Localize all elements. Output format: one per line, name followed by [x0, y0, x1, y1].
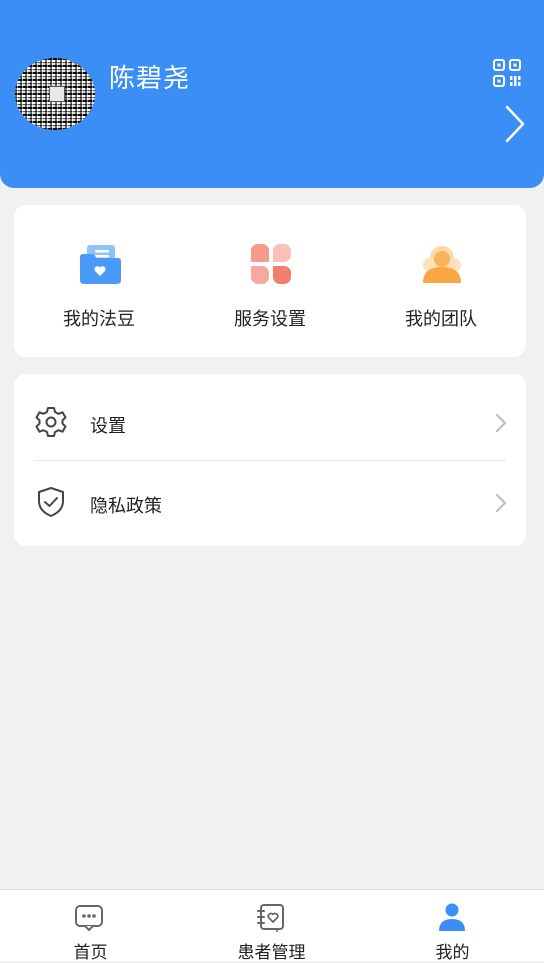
tab-home[interactable]: 首页	[0, 890, 181, 963]
menu-item-label: 隐私政策	[90, 496, 162, 517]
quick-action-label: 我的法豆	[63, 309, 135, 330]
bottom-tab-bar: 首页 患者管理 我的	[0, 889, 544, 963]
chat-bubble-icon	[75, 905, 103, 931]
quick-action-label: 服务设置	[234, 309, 306, 330]
menu-item-label: 设置	[90, 416, 126, 437]
menu-item-settings[interactable]: 设置	[14, 380, 526, 460]
person-icon	[439, 903, 465, 931]
team-icon	[423, 246, 461, 283]
avatar[interactable]	[15, 58, 95, 130]
shield-check-icon	[38, 487, 64, 517]
petals-icon	[251, 244, 291, 284]
quick-action-my-team[interactable]: 我的团队	[356, 205, 526, 357]
avatar-center-mark	[49, 86, 65, 102]
chevron-right-icon	[496, 494, 506, 512]
quick-action-label: 我的团队	[405, 309, 477, 330]
user-name: 陈碧尧	[109, 64, 191, 94]
quick-actions-card: 我的法豆 服务设置 我的团队	[14, 205, 526, 357]
tab-label: 患者管理	[237, 943, 306, 963]
notebook-heart-icon	[257, 904, 284, 932]
profile-header[interactable]: 陈碧尧	[0, 0, 544, 188]
folder-heart-icon	[80, 245, 121, 284]
tab-label: 首页	[73, 943, 108, 963]
chevron-right-icon	[496, 414, 506, 432]
tab-label: 我的	[435, 943, 470, 963]
quick-action-fadou[interactable]: 我的法豆	[14, 205, 184, 357]
gear-icon	[35, 407, 67, 437]
tab-mine[interactable]: 我的	[362, 890, 543, 963]
chevron-right-icon[interactable]	[503, 104, 527, 144]
qr-code-icon[interactable]	[492, 58, 522, 88]
tab-patient-management[interactable]: 患者管理	[181, 890, 362, 963]
menu-item-privacy-policy[interactable]: 隐私政策	[14, 460, 526, 540]
menu-card: 设置 隐私政策	[14, 374, 526, 546]
quick-action-service-settings[interactable]: 服务设置	[185, 205, 355, 357]
